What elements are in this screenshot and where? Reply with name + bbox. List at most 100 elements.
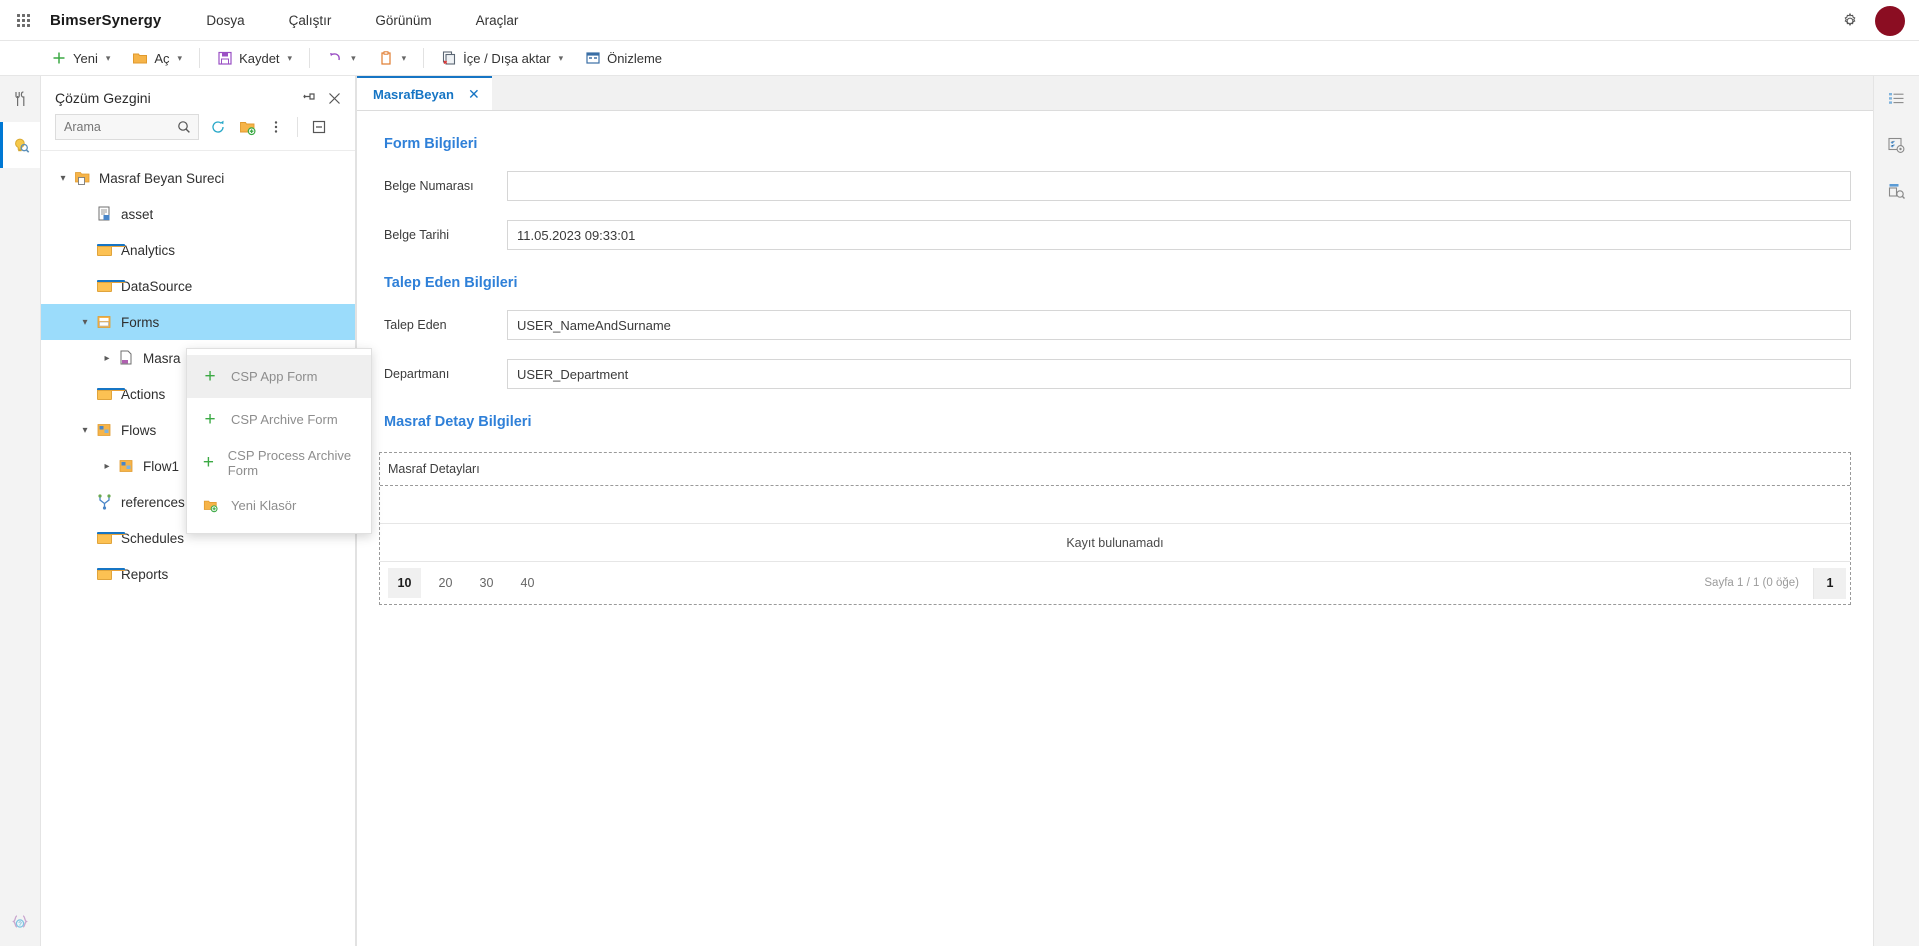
page-info: Sayfa 1 / 1 (0 öğe) xyxy=(1704,577,1799,589)
more-options-icon[interactable] xyxy=(266,116,286,138)
divider xyxy=(199,48,201,68)
menu-item-araclar[interactable]: Araçlar xyxy=(476,13,519,28)
refresh-icon[interactable] xyxy=(208,116,228,138)
clipboard-button[interactable]: ▾ xyxy=(367,45,418,72)
flow-icon xyxy=(115,459,137,474)
new-folder-icon[interactable] xyxy=(237,116,257,138)
preview-icon xyxy=(585,50,601,66)
context-menu-item-label: CSP App Form xyxy=(231,369,318,384)
chevron-right-icon[interactable]: ▸ xyxy=(99,353,115,364)
close-icon[interactable]: ✕ xyxy=(468,86,480,103)
save-button[interactable]: Kaydet ▾ xyxy=(206,45,303,72)
inspect-panel-icon[interactable] xyxy=(1874,168,1919,214)
chevron-down-icon[interactable]: ▾ xyxy=(77,317,93,328)
field-label: Talep Eden xyxy=(384,318,447,332)
folder-icon xyxy=(93,388,125,400)
new-folder-icon xyxy=(201,498,219,513)
chevron-down-icon[interactable]: ▾ xyxy=(402,53,407,64)
tree-item-label: DataSource xyxy=(121,278,193,294)
field-row-belge-numarasi: Belge Numarası xyxy=(379,171,1851,201)
preview-label: Önizleme xyxy=(607,50,663,66)
chevron-right-icon[interactable]: ▸ xyxy=(99,461,115,472)
tree-item[interactable]: Analytics xyxy=(41,232,355,268)
grid-pager: 10 20 30 40 Sayfa 1 / 1 (0 öğe) 1 xyxy=(380,562,1850,604)
tree-item-label: Analytics xyxy=(121,242,176,258)
collapse-all-icon[interactable] xyxy=(309,116,329,138)
menu-item-gorunum[interactable]: Görünüm xyxy=(375,13,431,28)
main-menubar: Dosya Çalıştır Görünüm Araçlar xyxy=(206,13,518,28)
plus-icon xyxy=(51,50,67,66)
asset-icon xyxy=(93,206,115,222)
tab-label: MasrafBeyan xyxy=(373,86,454,102)
field-label: Belge Numarası xyxy=(384,179,474,193)
page-size-20[interactable]: 20 xyxy=(429,568,462,598)
tab-masrafbeyan[interactable]: MasrafBeyan ✕ xyxy=(357,76,492,110)
open-button[interactable]: Aç ▾ xyxy=(121,45,193,72)
search-box[interactable] xyxy=(55,114,199,140)
ribbon-toolbar: Yeni ▾ Aç ▾ Kaydet ▾ ▾ ▾ İçe / Dışa akta… xyxy=(0,41,1919,76)
belge-numarasi-input[interactable] xyxy=(507,171,1851,201)
brand-title: BimserSynergy xyxy=(50,11,162,29)
chevron-down-icon[interactable]: ▾ xyxy=(559,53,564,64)
chevron-down-icon[interactable]: ▾ xyxy=(178,53,183,64)
menu-item-calistir[interactable]: Çalıştır xyxy=(289,13,332,28)
tab-strip: MasrafBeyan ✕ xyxy=(357,76,1873,111)
solution-explorer-icon[interactable] xyxy=(0,122,40,168)
page-size-10[interactable]: 10 xyxy=(388,568,421,598)
preview-button[interactable]: Önizleme xyxy=(574,45,673,72)
gear-icon[interactable] xyxy=(1841,12,1859,30)
context-menu-item-csp-archive-form[interactable]: + CSP Archive Form xyxy=(187,398,371,441)
chevron-down-icon[interactable]: ▾ xyxy=(106,53,111,64)
grid-empty-message: Kayıt bulunamadı xyxy=(380,524,1850,562)
belge-tarihi-input[interactable]: 11.05.2023 09:33:01 xyxy=(507,220,1851,250)
explorer-title: Çözüm Gezgini xyxy=(55,90,151,106)
divider xyxy=(297,117,298,137)
section-title-talep-eden-bilgileri: Talep Eden Bilgileri xyxy=(384,275,518,291)
tree-item-label: Schedules xyxy=(121,530,185,546)
tree-item[interactable]: Reports xyxy=(41,556,355,592)
code-snippet-icon[interactable]: ? xyxy=(0,912,40,932)
talep-eden-input[interactable]: USER_NameAndSurname xyxy=(507,310,1851,340)
chevron-down-icon[interactable]: ▾ xyxy=(77,425,93,436)
app-launcher-icon[interactable] xyxy=(6,0,40,41)
tree-item[interactable]: asset xyxy=(41,196,355,232)
form-canvas: Form Bilgileri Belge Numarası Belge Tari… xyxy=(357,111,1873,946)
page-number-1[interactable]: 1 xyxy=(1813,567,1846,599)
import-export-icon xyxy=(441,50,457,66)
plus-icon: + xyxy=(202,452,214,473)
left-icon-rail: ? xyxy=(0,76,41,946)
search-input[interactable] xyxy=(56,115,168,139)
page-size-30[interactable]: 30 xyxy=(470,568,503,598)
new-button[interactable]: Yeni ▾ xyxy=(40,45,121,72)
tree-item-label: Reports xyxy=(121,566,169,582)
menu-item-dosya[interactable]: Dosya xyxy=(206,13,244,28)
clipboard-icon xyxy=(378,50,394,66)
page-size-40[interactable]: 40 xyxy=(511,568,544,598)
avatar[interactable] xyxy=(1875,5,1905,36)
tree-item[interactable]: DataSource xyxy=(41,268,355,304)
tree-item[interactable]: ▾ Forms xyxy=(41,304,355,340)
search-icon[interactable] xyxy=(168,115,198,139)
pin-icon[interactable] xyxy=(302,91,316,105)
grid-header-row xyxy=(380,486,1850,524)
context-menu-item-csp-process-archive-form[interactable]: + CSP Process Archive Form xyxy=(187,441,371,484)
divider xyxy=(309,48,311,68)
chevron-down-icon[interactable]: ▾ xyxy=(288,53,293,64)
undo-button[interactable]: ▾ xyxy=(316,45,367,72)
field-row-departmani: Departmanı USER_Department xyxy=(379,359,1851,389)
folder-icon xyxy=(93,532,125,544)
close-icon[interactable] xyxy=(328,92,341,105)
forms-icon xyxy=(93,315,115,330)
chevron-down-icon[interactable]: ▾ xyxy=(55,173,71,184)
tree-item-label: asset xyxy=(121,206,154,222)
properties-panel-icon[interactable] xyxy=(1874,76,1919,122)
context-menu-item-csp-app-form[interactable]: + CSP App Form xyxy=(187,355,371,398)
departmani-input[interactable]: USER_Department xyxy=(507,359,1851,389)
context-menu-item-yeni-klasor[interactable]: Yeni Klasör xyxy=(187,484,371,527)
chevron-down-icon[interactable]: ▾ xyxy=(351,53,356,64)
tools-icon[interactable] xyxy=(0,76,40,122)
field-label: Belge Tarihi xyxy=(384,228,450,242)
settings-panel-icon[interactable] xyxy=(1874,122,1919,168)
import-export-button[interactable]: İçe / Dışa aktar ▾ xyxy=(430,45,574,72)
tree-item[interactable]: ▾ Masraf Beyan Sureci xyxy=(41,160,355,196)
